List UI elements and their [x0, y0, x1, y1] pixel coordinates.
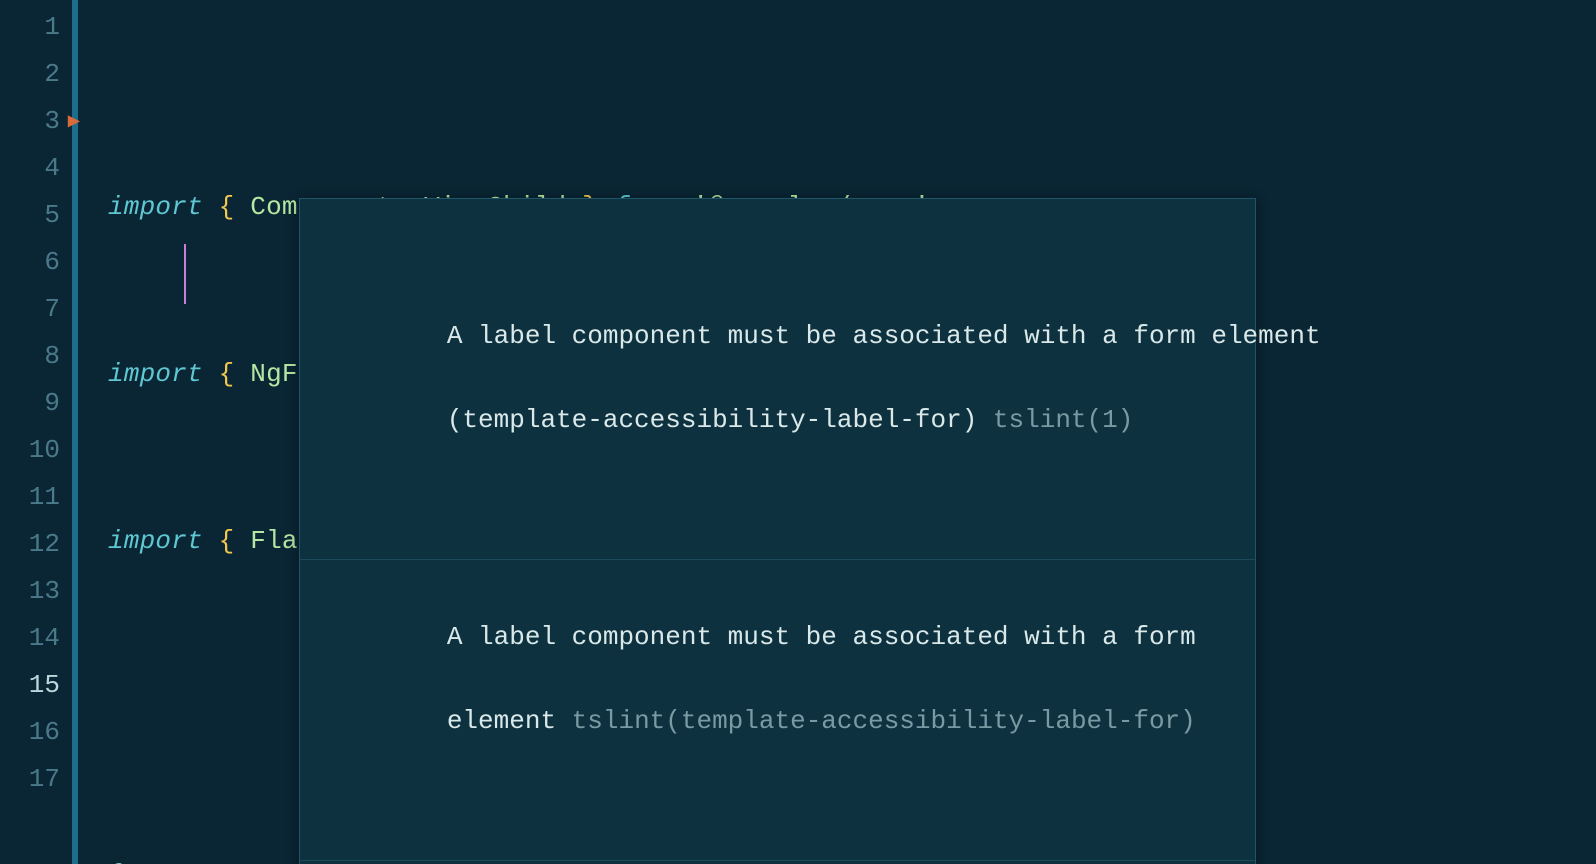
keyword-import: import	[108, 359, 203, 389]
diagnostic-text: A label component must be associated wit…	[447, 321, 1321, 351]
line-number: 6	[0, 239, 78, 286]
line-number: 3 ▶	[0, 98, 78, 145]
code-editor[interactable]: 1 2 3 ▶ 4 5 6 7 8 9 10 11 12 13 14 15 16…	[0, 0, 1596, 864]
diagnostic-text: element	[447, 706, 572, 736]
diagnostic-source: tslint(1)	[993, 405, 1133, 435]
brace: {	[219, 192, 235, 222]
diagnostic-actions: Quick Fix... Peek Problem	[300, 860, 1255, 864]
diagnostic-hover-popup: A label component must be associated wit…	[299, 198, 1256, 864]
line-number: 11	[0, 474, 78, 521]
code-area[interactable]: import { Component, ViewChild } from '@a…	[78, 0, 1596, 864]
line-number: 2	[0, 51, 78, 98]
line-number: 4	[0, 145, 78, 192]
brace: {	[219, 359, 235, 389]
line-number: 9	[0, 380, 78, 427]
diagnostic-message: A label component must be associated wit…	[300, 259, 1255, 499]
diagnostic-message: A label component must be associated wit…	[300, 559, 1255, 800]
line-number: 17	[0, 756, 78, 803]
line-number: 7	[0, 286, 78, 333]
diagnostic-source: tslint(template-accessibility-label-for)	[572, 706, 1196, 736]
change-decoration	[184, 244, 186, 304]
keyword-import: import	[108, 526, 203, 556]
line-number: 14	[0, 615, 78, 662]
diagnostic-rule: (template-accessibility-label-for)	[447, 405, 993, 435]
line-number: 12	[0, 521, 78, 568]
line-number-gutter: 1 2 3 ▶ 4 5 6 7 8 9 10 11 12 13 14 15 16…	[0, 0, 78, 864]
brace: {	[219, 526, 235, 556]
diagnostic-text: A label component must be associated wit…	[447, 622, 1196, 652]
line-number-label: 3	[44, 106, 60, 136]
decorator: @Compo	[108, 860, 203, 864]
line-number: 1	[0, 4, 78, 51]
line-number: 13	[0, 568, 78, 615]
line-number-current: 15	[0, 662, 78, 709]
line-number: 5	[0, 192, 78, 239]
keyword-import: import	[108, 192, 203, 222]
line-number: 16	[0, 709, 78, 756]
line-number: 10	[0, 427, 78, 474]
line-number: 8	[0, 333, 78, 380]
